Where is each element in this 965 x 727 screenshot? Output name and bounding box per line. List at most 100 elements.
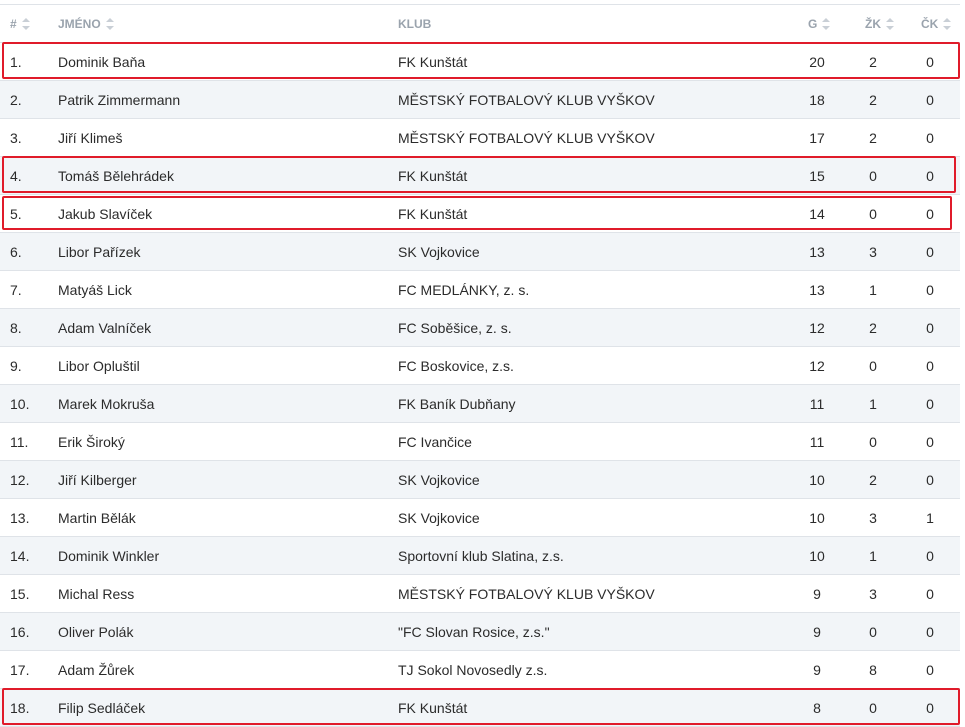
- header-club-label: KLUB: [398, 16, 432, 31]
- table-row: 11. Erik Široký FC Ivančice 11 0 0: [0, 423, 960, 461]
- goals-cell: 13: [809, 243, 825, 260]
- goals-cell: 11: [809, 395, 825, 412]
- table-row: 15. Michal Ress MĚSTSKÝ FOTBALOVÝ KLUB V…: [0, 575, 960, 613]
- club-name[interactable]: SK Vojkovice: [398, 461, 480, 498]
- player-name[interactable]: Adam Žůrek: [58, 651, 134, 688]
- header-name[interactable]: JMÉNO: [58, 5, 114, 42]
- player-name[interactable]: Patrik Zimmermann: [58, 81, 180, 118]
- club-name[interactable]: FK Kunštát: [398, 43, 467, 80]
- red-cards-cell: 0: [926, 129, 934, 146]
- club-name[interactable]: MĚSTSKÝ FOTBALOVÝ KLUB VYŠKOV: [398, 81, 655, 118]
- rank-cell: 16.: [10, 623, 30, 640]
- sort-icon[interactable]: [21, 17, 30, 30]
- red-cards-cell: 0: [926, 91, 934, 108]
- rank-cell: 3.: [10, 129, 22, 146]
- yellow-cards-cell: 1: [869, 395, 877, 412]
- table-row: 3. Jiří Klimeš MĚSTSKÝ FOTBALOVÝ KLUB VY…: [0, 119, 960, 157]
- club-name[interactable]: FC MEDLÁNKY, z. s.: [398, 271, 529, 308]
- header-red[interactable]: ČK: [921, 5, 952, 42]
- yellow-cards-cell: 2: [869, 319, 877, 336]
- yellow-cards-cell: 3: [869, 585, 877, 602]
- player-name[interactable]: Matyáš Lick: [58, 271, 132, 308]
- club-name[interactable]: MĚSTSKÝ FOTBALOVÝ KLUB VYŠKOV: [398, 575, 655, 612]
- sort-icon[interactable]: [943, 17, 952, 30]
- table-row: 13. Martin Bělák SK Vojkovice 10 3 1: [0, 499, 960, 537]
- sort-icon[interactable]: [822, 17, 831, 30]
- player-name[interactable]: Dominik Baňa: [58, 43, 145, 80]
- player-name[interactable]: Dominik Winkler: [58, 537, 159, 574]
- club-name[interactable]: TJ Sokol Novosedly z.s.: [398, 651, 547, 688]
- red-cards-cell: 0: [926, 53, 934, 70]
- player-name[interactable]: Tomáš Bělehrádek: [58, 157, 174, 194]
- club-name[interactable]: FK Baník Dubňany: [398, 385, 516, 422]
- goals-cell: 10: [809, 509, 825, 526]
- red-cards-cell: 0: [926, 699, 934, 716]
- goals-cell: 9: [813, 623, 821, 640]
- red-cards-cell: 0: [926, 395, 934, 412]
- header-club: KLUB: [398, 5, 431, 42]
- club-name[interactable]: Sportovní klub Slatina, z.s.: [398, 537, 564, 574]
- rank-cell: 18.: [10, 699, 30, 716]
- club-name[interactable]: FC Boskovice, z.s.: [398, 347, 514, 384]
- goals-cell: 9: [813, 661, 821, 678]
- red-cards-cell: 0: [926, 319, 934, 336]
- yellow-cards-cell: 0: [869, 205, 877, 222]
- club-name[interactable]: FK Kunštát: [398, 689, 467, 726]
- red-cards-cell: 0: [926, 357, 934, 374]
- player-name[interactable]: Jiří Kilberger: [58, 461, 137, 498]
- goals-cell: 15: [809, 167, 825, 184]
- club-name[interactable]: FC Ivančice: [398, 423, 472, 460]
- club-name[interactable]: FK Kunštát: [398, 157, 467, 194]
- rank-cell: 11.: [10, 433, 29, 450]
- player-name[interactable]: Libor Pařízek: [58, 233, 140, 270]
- table-row: 17. Adam Žůrek TJ Sokol Novosedly z.s. 9…: [0, 651, 960, 689]
- yellow-cards-cell: 1: [869, 281, 877, 298]
- yellow-cards-cell: 8: [869, 661, 877, 678]
- red-cards-cell: 0: [926, 547, 934, 564]
- player-name[interactable]: Erik Široký: [58, 423, 125, 460]
- red-cards-cell: 0: [926, 167, 934, 184]
- player-name[interactable]: Jakub Slavíček: [58, 195, 152, 232]
- sort-icon[interactable]: [105, 17, 114, 30]
- red-cards-cell: 0: [926, 243, 934, 260]
- player-name[interactable]: Adam Valníček: [58, 309, 151, 346]
- club-name[interactable]: SK Vojkovice: [398, 233, 480, 270]
- goals-cell: 20: [809, 53, 825, 70]
- rank-cell: 12.: [10, 471, 30, 488]
- header-goals[interactable]: G: [808, 5, 831, 42]
- header-yellow[interactable]: ŽK: [865, 5, 894, 42]
- red-cards-cell: 0: [926, 623, 934, 640]
- yellow-cards-cell: 3: [869, 243, 877, 260]
- sort-icon[interactable]: [886, 17, 894, 30]
- rank-cell: 8.: [10, 319, 22, 336]
- yellow-cards-cell: 2: [869, 53, 877, 70]
- goals-cell: 14: [809, 205, 825, 222]
- club-name[interactable]: FC Soběšice, z. s.: [398, 309, 512, 346]
- player-name[interactable]: Michal Ress: [58, 575, 134, 612]
- yellow-cards-cell: 1: [869, 547, 877, 564]
- header-yellow-label: ŽK: [865, 16, 881, 31]
- player-name[interactable]: Martin Bělák: [58, 499, 136, 536]
- yellow-cards-cell: 0: [869, 167, 877, 184]
- header-goals-label: G: [808, 16, 818, 31]
- header-num[interactable]: #: [10, 5, 30, 42]
- table-row: 6. Libor Pařízek SK Vojkovice 13 3 0: [0, 233, 960, 271]
- club-name[interactable]: "FC Slovan Rosice, z.s.": [398, 613, 550, 650]
- rank-cell: 17.: [10, 661, 30, 678]
- goals-cell: 11: [809, 433, 825, 450]
- club-name[interactable]: SK Vojkovice: [398, 499, 480, 536]
- rank-cell: 5.: [10, 205, 22, 222]
- red-cards-cell: 0: [926, 281, 934, 298]
- player-name[interactable]: Marek Mokruša: [58, 385, 154, 422]
- club-name[interactable]: MĚSTSKÝ FOTBALOVÝ KLUB VYŠKOV: [398, 119, 655, 156]
- club-name[interactable]: FK Kunštát: [398, 195, 467, 232]
- yellow-cards-cell: 0: [869, 623, 877, 640]
- yellow-cards-cell: 0: [869, 433, 877, 450]
- table-row: 12. Jiří Kilberger SK Vojkovice 10 2 0: [0, 461, 960, 499]
- player-name[interactable]: Jiří Klimeš: [58, 119, 123, 156]
- player-name[interactable]: Libor Opluštil: [58, 347, 140, 384]
- table-row: 5. Jakub Slavíček FK Kunštát 14 0 0: [0, 195, 960, 233]
- player-name[interactable]: Filip Sedláček: [58, 689, 145, 726]
- player-name[interactable]: Oliver Polák: [58, 613, 133, 650]
- header-num-label: #: [10, 16, 17, 31]
